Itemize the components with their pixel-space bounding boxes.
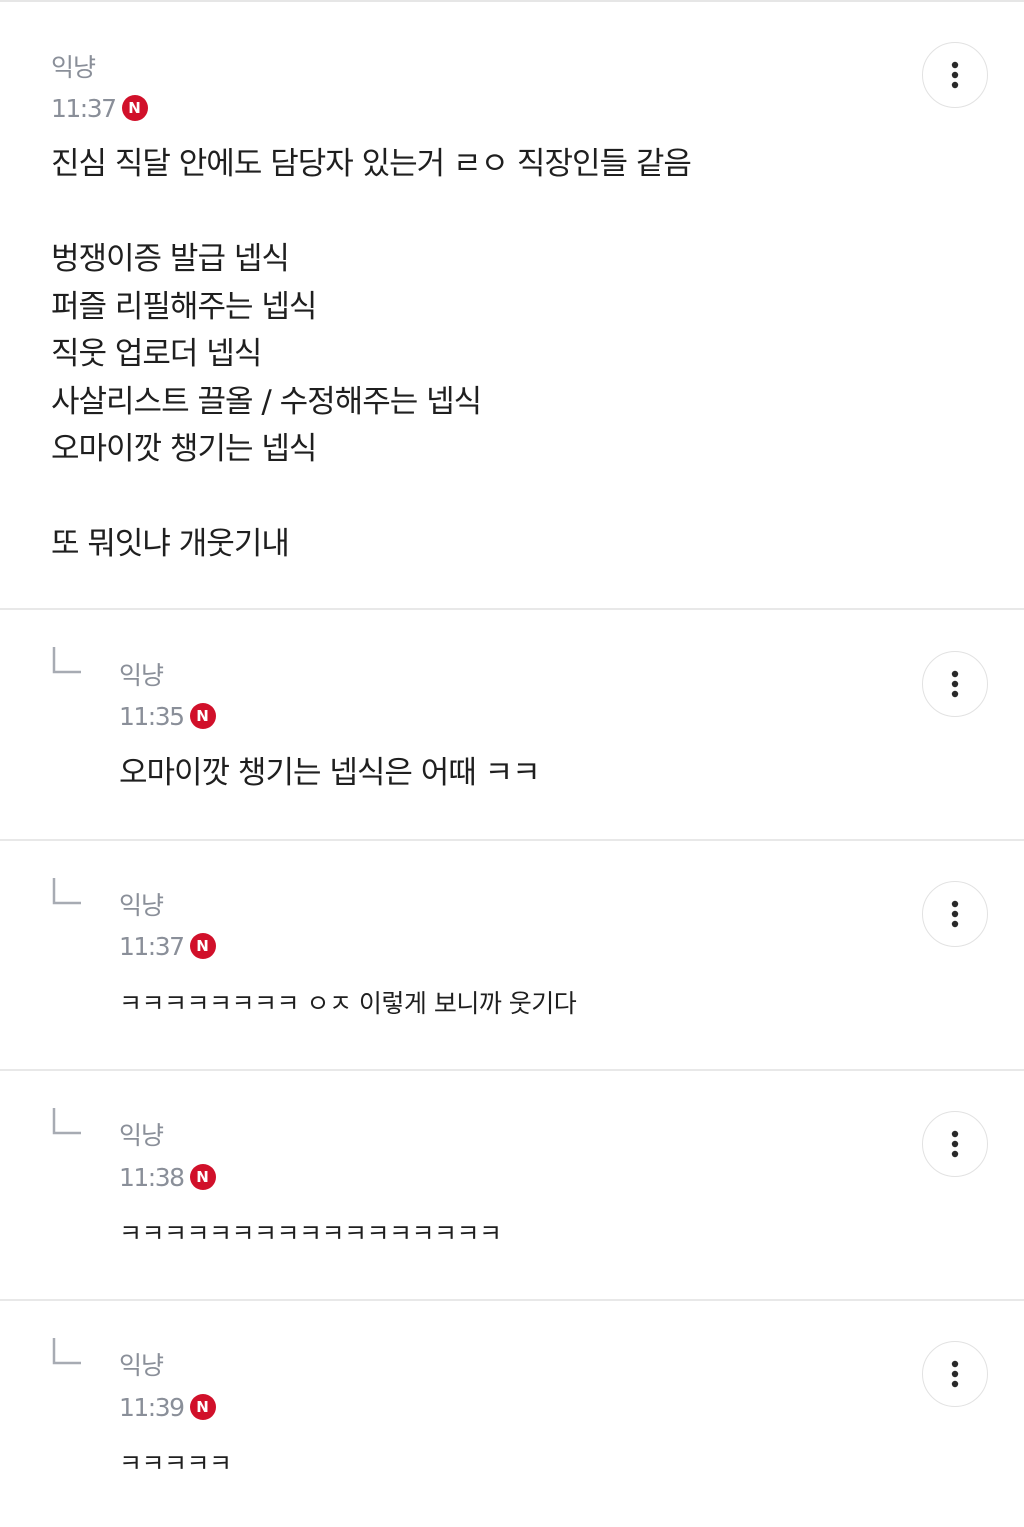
comment-time: 11:37 xyxy=(51,93,117,123)
new-badge: N xyxy=(189,1164,216,1190)
comment-text: 진심 직달 안에도 담당자 있는거 ㄹㅇ 직장인들 같음 벙쟁이증 발급 넵식 … xyxy=(51,146,692,562)
more-options-button[interactable] xyxy=(922,1341,988,1407)
comment-text: 오마이깟 챙기는 넵식은 어때 ㅋㅋ xyxy=(119,755,541,791)
comment-author[interactable]: 익냥 xyxy=(119,656,164,692)
more-vertical-icon xyxy=(951,1130,959,1158)
more-vertical-icon xyxy=(951,61,959,89)
comment-author[interactable]: 익냥 xyxy=(119,1116,164,1152)
comment-item: 익냥 11:37 N 진심 직달 안에도 담당자 있는거 ㄹㅇ 직장인들 같음 … xyxy=(0,2,1024,610)
comment-meta: 11:35 N xyxy=(119,700,216,732)
comment-text: ㅋㅋㅋㅋㅋㅋㅋㅋ ㅇㅈ 이렇게 보니까 웃기다 xyxy=(119,989,577,1018)
reply-arrow-icon xyxy=(52,878,81,905)
comment-author[interactable]: 익냥 xyxy=(119,886,164,922)
new-badge: N xyxy=(189,703,216,729)
comment-time: 11:38 xyxy=(119,1162,185,1192)
new-badge: N xyxy=(121,95,148,121)
comment-meta: 11:38 N xyxy=(119,1161,216,1193)
more-options-button[interactable] xyxy=(922,651,988,717)
new-badge: N xyxy=(189,1394,216,1420)
reply-item: 익냥 11:37 N ㅋㅋㅋㅋㅋㅋㅋㅋ ㅇㅈ 이렇게 보니까 웃기다 xyxy=(0,841,1024,1071)
reply-item: 익냥 11:35 N 오마이깟 챙기는 넵식은 어때 ㅋㅋ xyxy=(0,610,1024,841)
comment-meta: 11:37 N xyxy=(51,92,148,124)
reply-item: 익냥 11:38 N ㅋㅋㅋㅋㅋㅋㅋㅋㅋㅋㅋㅋㅋㅋㅋㅋㅋ xyxy=(0,1071,1024,1301)
new-badge: N xyxy=(189,933,216,959)
comment-author[interactable]: 익냥 xyxy=(119,1346,164,1382)
reply-arrow-icon xyxy=(52,1108,81,1135)
more-options-button[interactable] xyxy=(922,42,988,108)
comment-meta: 11:39 N xyxy=(119,1391,216,1423)
comment-time: 11:35 xyxy=(119,701,185,731)
more-vertical-icon xyxy=(951,900,959,928)
reply-arrow-icon xyxy=(52,1338,81,1365)
more-vertical-icon xyxy=(951,670,959,698)
reply-item: 익냥 11:39 N ㅋㅋㅋㅋㅋ xyxy=(0,1301,1024,1527)
comment-meta: 11:37 N xyxy=(119,930,216,962)
more-options-button[interactable] xyxy=(922,1111,988,1177)
comment-text: ㅋㅋㅋㅋㅋ xyxy=(119,1449,232,1478)
comment-time: 11:39 xyxy=(119,1392,185,1422)
more-vertical-icon xyxy=(951,1360,959,1388)
comment-time: 11:37 xyxy=(119,931,185,961)
comment-text: ㅋㅋㅋㅋㅋㅋㅋㅋㅋㅋㅋㅋㅋㅋㅋㅋㅋ xyxy=(119,1219,502,1248)
comment-author[interactable]: 익냥 xyxy=(51,48,96,84)
more-options-button[interactable] xyxy=(922,881,988,947)
reply-arrow-icon xyxy=(52,647,81,674)
